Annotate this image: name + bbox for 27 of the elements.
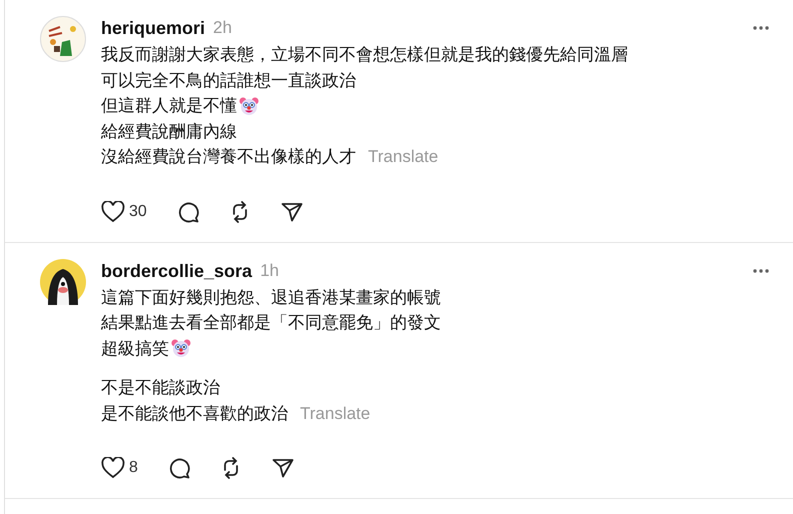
clown-face-icon [239, 96, 259, 116]
like-count: 8 [129, 458, 138, 478]
send-icon[interactable] [280, 202, 303, 222]
post-text-line: 可以完全不鳥的話誰想一直談政治 [101, 70, 356, 92]
post-time: 2h [213, 17, 232, 39]
heart-icon[interactable] [101, 200, 125, 222]
post-time: 1h [260, 260, 279, 282]
clown-face-icon [171, 338, 191, 358]
post-text-line: 這篇下面好幾則抱怨、退追香港某畫家的帳號 [101, 286, 441, 308]
post-text-line: 是不能談他不喜歡的政治 [101, 402, 288, 424]
username[interactable]: heriquemori [101, 16, 206, 40]
comment-icon[interactable] [176, 200, 199, 222]
post-text-line: 給經費說酬庸內線 [101, 120, 237, 142]
more-options-icon[interactable] [753, 268, 769, 272]
send-icon[interactable] [272, 458, 294, 478]
post-text-line: 但這群人就是不懂 [101, 95, 237, 117]
like-count: 30 [129, 202, 147, 222]
username[interactable]: bordercollie_sora [101, 258, 252, 282]
post-text-line: 超級搞笑 [101, 338, 169, 360]
illustrated-avatar[interactable] [40, 16, 86, 62]
post-text-line: 不是不能談政治 [101, 377, 220, 399]
comment-icon[interactable] [168, 457, 190, 479]
heart-icon[interactable] [101, 457, 125, 479]
post-text-line: 結果點進去看全部都是「不同意罷免」的發文 [101, 312, 441, 334]
post-text-line: 沒給經費說台灣養不出像樣的人才 [101, 146, 356, 168]
more-options-icon[interactable] [753, 26, 769, 30]
post-text-line: 我反而謝謝大家表態，立場不同不會想怎樣但就是我的錢優先給同溫層 [101, 44, 628, 66]
